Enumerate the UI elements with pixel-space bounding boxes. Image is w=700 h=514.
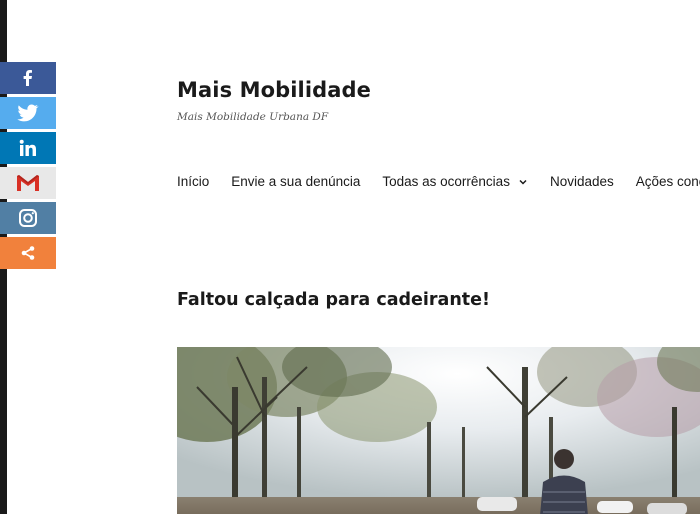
gmail-icon <box>17 175 39 191</box>
nav-item-inicio[interactable]: Início <box>177 174 209 189</box>
linkedin-share-button[interactable] <box>0 132 56 164</box>
post-title[interactable]: Faltou calçada para cadeirante! <box>177 290 490 310</box>
nav-item-label: Início <box>177 174 210 189</box>
nav-item-label: Novidades <box>549 174 614 189</box>
nav-item-todas-ocorrencias[interactable]: Todas as ocorrências <box>382 174 528 189</box>
facebook-share-button[interactable] <box>0 62 56 94</box>
twitter-share-button[interactable] <box>0 97 56 129</box>
more-share-button[interactable] <box>0 237 56 269</box>
linkedin-icon <box>19 139 36 156</box>
gmail-share-button[interactable] <box>0 167 56 199</box>
nav-item-label: Todas as ocorrências <box>382 174 510 189</box>
instagram-share-button[interactable] <box>0 202 56 234</box>
instagram-icon <box>19 209 37 227</box>
page: Mais Mobilidade Mais Mobilidade Urbana D… <box>7 0 700 514</box>
nav-item-acoes-concluidas[interactable]: Ações concluídas <box>636 174 700 189</box>
nav-item-label: Envie a sua denúncia <box>231 174 361 189</box>
nav-item-novidades[interactable]: Novidades <box>550 174 614 189</box>
share-icon <box>21 246 35 260</box>
site-description: Mais Mobilidade Urbana DF <box>177 111 329 123</box>
social-share-bar <box>0 62 56 272</box>
site-title[interactable]: Mais Mobilidade <box>177 78 371 102</box>
post-featured-image[interactable] <box>177 347 700 514</box>
nav-item-label: Ações concluídas <box>635 174 700 189</box>
twitter-icon <box>17 104 39 122</box>
main-nav: Início Envie a sua denúncia Todas as oco… <box>177 174 700 189</box>
nav-item-envie-denuncia[interactable]: Envie a sua denúncia <box>231 174 360 189</box>
facebook-icon <box>23 70 32 86</box>
chevron-down-icon[interactable] <box>518 177 528 187</box>
